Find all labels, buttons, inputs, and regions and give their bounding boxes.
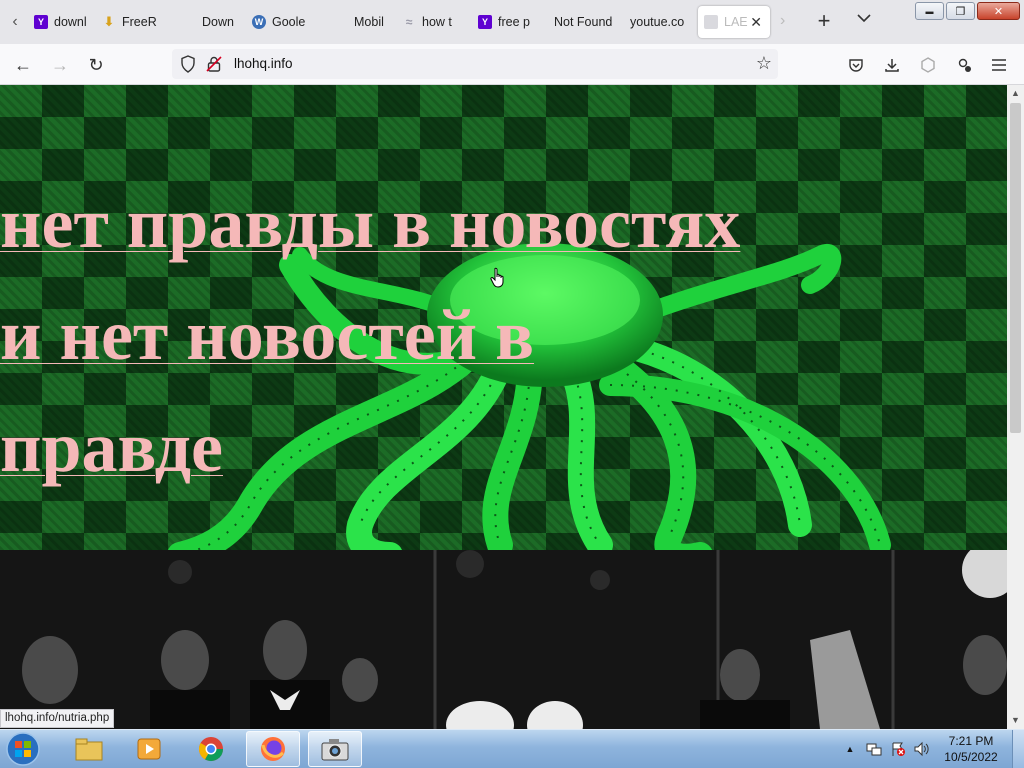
yahoo-favicon-icon: Y	[478, 15, 492, 29]
tab-label: Down	[202, 15, 234, 29]
tab-scroll-right-icon[interactable]: ›	[780, 12, 785, 30]
firefox-icon	[261, 737, 285, 761]
tab-strip: ‹ Y downl ⬇ FreeR Down W Goole Mobil ≈ h…	[0, 0, 1024, 44]
headline-line[interactable]: правде	[0, 407, 223, 487]
tab-freer[interactable]: ⬇ FreeR	[96, 6, 162, 38]
camera-icon	[321, 739, 349, 761]
insecure-lock-icon[interactable]	[206, 55, 222, 73]
tab-label: Not Found	[554, 15, 613, 29]
taskbar-explorer-button[interactable]	[62, 731, 116, 767]
tab-active-lae[interactable]: LAE ✕	[698, 6, 770, 38]
tab-label: downl	[54, 15, 87, 29]
new-tab-button[interactable]: +	[812, 8, 836, 36]
taskbar-chrome-button[interactable]	[184, 731, 238, 767]
tab-mobil[interactable]: Mobil	[328, 6, 394, 38]
tab-label: Goole	[272, 15, 306, 29]
tab-label: LAE	[724, 15, 748, 29]
clock-date: 10/5/2022	[944, 750, 998, 764]
tab-scroll-left-icon[interactable]: ‹	[4, 10, 26, 34]
windows-logo-icon	[6, 732, 40, 766]
tab-down[interactable]: Down	[176, 6, 242, 38]
tab-how[interactable]: ≈ how t	[396, 6, 462, 38]
hand-cursor-icon	[490, 267, 504, 288]
page-headline[interactable]: нет правды в новостях и нет новостей в п…	[0, 167, 1007, 503]
maximize-button[interactable]: ❐	[946, 2, 975, 20]
tab-label: youtue.co	[630, 15, 685, 29]
list-all-tabs-button[interactable]	[852, 10, 876, 34]
vertical-scrollbar[interactable]: ▲ ▼	[1007, 85, 1024, 729]
address-bar[interactable]: lhohq.info ☆	[172, 49, 778, 79]
yahoo-favicon-icon: Y	[34, 15, 48, 29]
reload-button[interactable]: ↻	[83, 52, 109, 78]
account-icon[interactable]	[953, 54, 975, 76]
minimize-button[interactable]: ▬	[915, 2, 944, 20]
tab-label: how t	[422, 15, 452, 29]
status-link-preview: lhohq.info/nutria.php	[0, 709, 115, 728]
blank-favicon-icon	[182, 15, 196, 29]
headline-line[interactable]: нет правды в новостях	[0, 183, 740, 263]
download-favicon-icon: ⬇	[103, 14, 115, 29]
media-player-icon	[137, 738, 161, 760]
forward-button[interactable]: →	[47, 52, 73, 78]
tab-not-found[interactable]: Not Found	[548, 6, 614, 38]
bookmark-star-icon[interactable]: ☆	[756, 53, 772, 74]
wordpress-favicon-icon: W	[252, 15, 266, 29]
pocket-icon[interactable]	[845, 54, 867, 76]
loading-favicon-icon	[704, 15, 718, 29]
party-crowd-image	[0, 550, 1007, 729]
clock-time: 7:21 PM	[948, 734, 994, 748]
close-tab-icon[interactable]: ✕	[750, 14, 762, 31]
menu-hamburger-icon[interactable]	[988, 54, 1010, 76]
navigation-toolbar: ← → ↻ lhohq.info ☆	[0, 44, 1024, 85]
volume-icon[interactable]	[912, 730, 932, 768]
vintage-party-photo	[0, 550, 1007, 729]
tracking-shield-icon[interactable]	[180, 55, 196, 73]
tab-gooie[interactable]: W Goole	[246, 6, 326, 38]
close-window-button[interactable]: ✕	[977, 2, 1020, 20]
show-desktop-button[interactable]	[1012, 730, 1024, 768]
taskbar-camera-app-button[interactable]	[308, 731, 362, 767]
folder-icon	[75, 738, 103, 761]
chrome-icon	[198, 737, 223, 762]
scrollbar-thumb[interactable]	[1010, 103, 1021, 433]
taskbar-media-player-button[interactable]	[122, 731, 176, 767]
window-controls: ▬ ❐ ✕	[915, 2, 1020, 20]
page-viewport[interactable]: нет правды в новостях и нет новостей в п…	[0, 85, 1007, 729]
windows-taskbar: ▲ 7:21 PM 10/5/2022	[0, 729, 1024, 768]
url-text[interactable]: lhohq.info	[234, 56, 293, 71]
headline-line[interactable]: и нет новостей в	[0, 295, 534, 375]
back-button[interactable]: ←	[10, 52, 36, 78]
scroll-down-icon[interactable]: ▼	[1007, 712, 1024, 729]
taskbar-clock[interactable]: 7:21 PM 10/5/2022	[936, 733, 1006, 765]
tab-label: FreeR	[122, 15, 157, 29]
network-icon[interactable]	[864, 730, 884, 768]
chevron-down-icon	[857, 14, 871, 23]
action-center-flag-icon[interactable]	[888, 730, 908, 768]
show-hidden-icons-icon[interactable]: ▲	[843, 730, 857, 768]
scroll-up-icon[interactable]: ▲	[1007, 85, 1024, 102]
tab-youtue[interactable]: youtue.co	[624, 6, 690, 38]
downloads-icon[interactable]	[881, 54, 903, 76]
wave-favicon-icon: ≈	[405, 15, 413, 29]
tab-downl[interactable]: Y downl	[28, 6, 94, 38]
tab-free-p[interactable]: Y free p	[472, 6, 538, 38]
taskbar-firefox-button[interactable]	[246, 731, 300, 767]
extensions-icon[interactable]	[917, 54, 939, 76]
tab-label: free p	[498, 15, 530, 29]
start-button[interactable]	[4, 731, 44, 767]
blank-favicon-icon	[334, 15, 348, 29]
tab-label: Mobil	[354, 15, 384, 29]
hero-banner: нет правды в новостях и нет новостей в п…	[0, 85, 1007, 550]
